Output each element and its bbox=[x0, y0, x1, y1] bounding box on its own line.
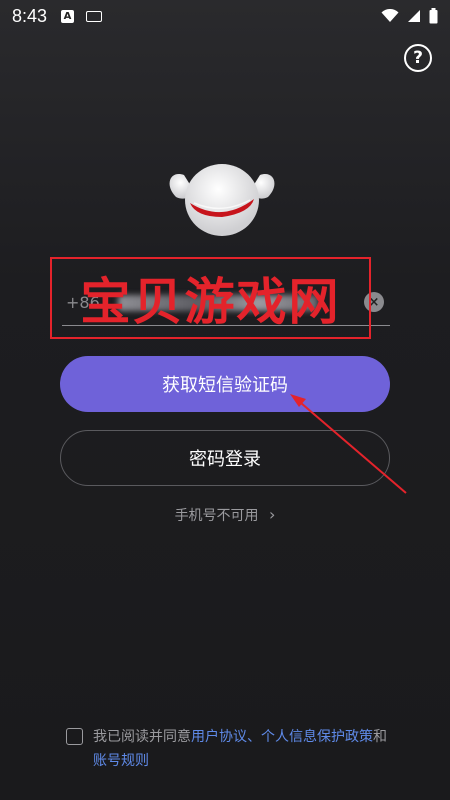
signal-icon bbox=[408, 10, 420, 22]
agree-checkbox[interactable] bbox=[66, 728, 83, 745]
help-button[interactable]: ? bbox=[404, 44, 432, 72]
user-agreement-link[interactable]: 用户协议 bbox=[191, 729, 247, 745]
agreement-conjunction: 和 bbox=[373, 729, 387, 745]
app-logo bbox=[169, 164, 275, 236]
account-rules-row: 账号规则 bbox=[93, 749, 396, 773]
agreement-separator: 、 bbox=[247, 729, 261, 745]
account-rules-link[interactable]: 账号规则 bbox=[93, 753, 149, 769]
agreement-text: 我已阅读并同意用户协议、个人信息保护政策和 bbox=[66, 725, 396, 749]
annotation-arrow bbox=[290, 394, 407, 494]
privacy-policy-link[interactable]: 个人信息保护政策 bbox=[261, 729, 373, 745]
keyboard-icon bbox=[86, 10, 103, 22]
status-bar: 8:43 A bbox=[0, 0, 450, 32]
agreement-section: 我已阅读并同意用户协议、个人信息保护政策和 账号规则 bbox=[66, 725, 396, 773]
chevron-right-icon: › bbox=[269, 505, 276, 524]
status-time: 8:43 bbox=[12, 5, 48, 26]
watermark-overlay: 宝贝游戏网 bbox=[50, 257, 371, 339]
accessibility-icon: A bbox=[61, 9, 75, 23]
battery-icon bbox=[429, 8, 438, 24]
agreement-prefix: 我已阅读并同意 bbox=[93, 729, 191, 745]
wifi-icon bbox=[381, 9, 399, 22]
phone-unavailable-link[interactable]: 手机号不可用 › bbox=[0, 505, 450, 525]
phone-unavailable-label: 手机号不可用 bbox=[174, 508, 259, 524]
